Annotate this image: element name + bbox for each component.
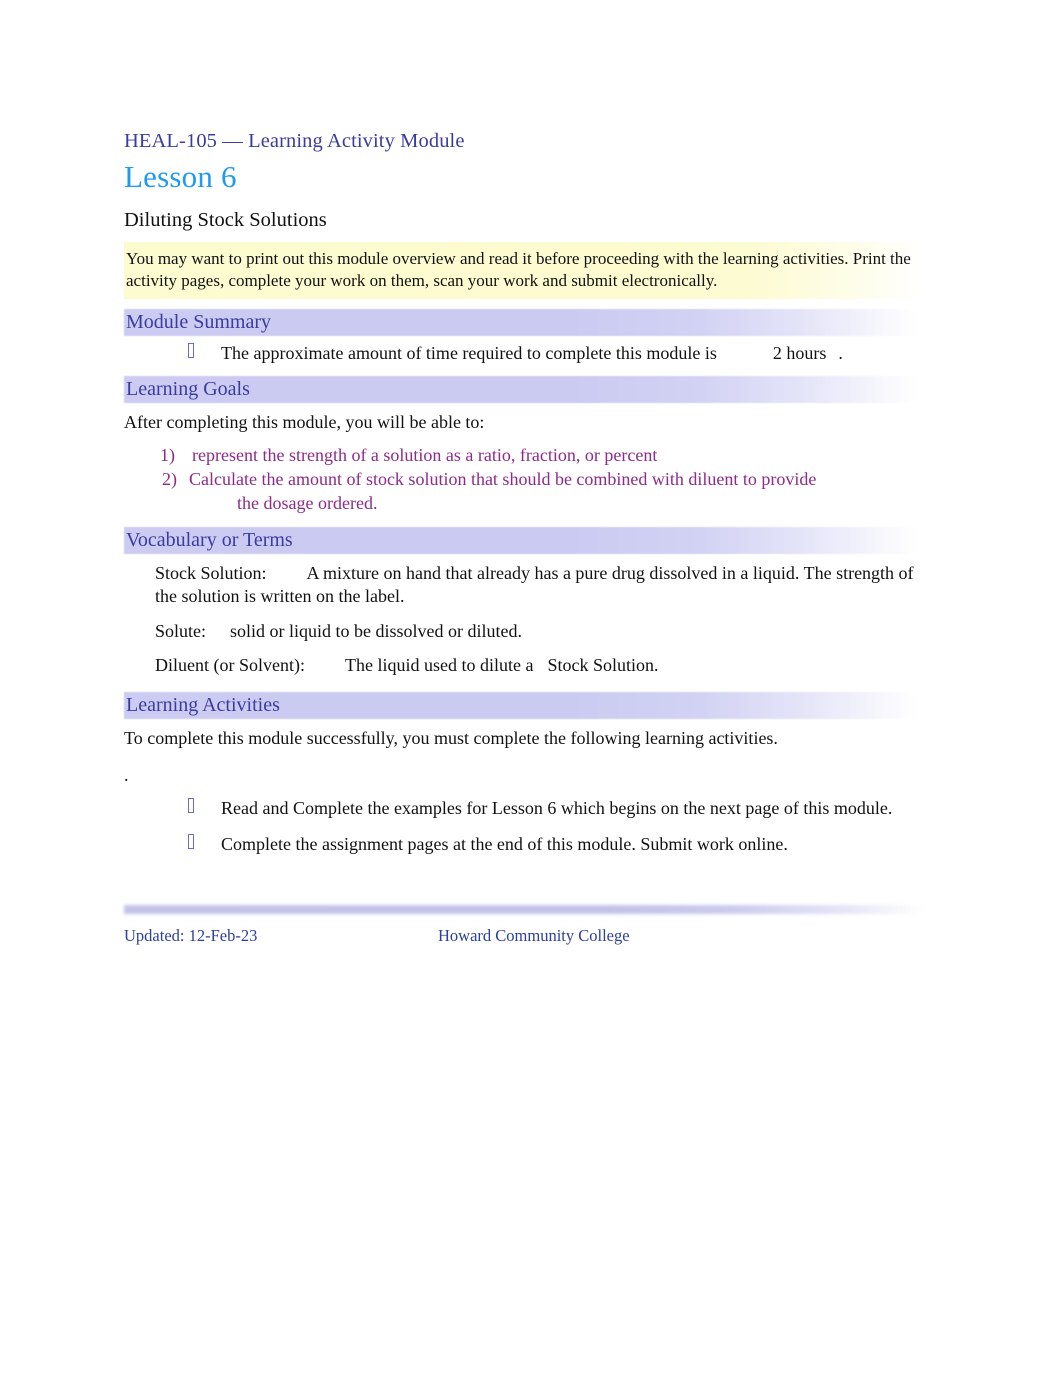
learning-activities-list: Read and Complete the examples for Lesso… [124,797,924,857]
document-content: HEAL-105 — Learning Activity Module Less… [124,130,924,857]
list-item: 1) represent the strength of a solution … [124,444,924,467]
list-number: 1) [160,444,175,465]
footer-divider-bar [124,905,924,914]
section-heading-label: Vocabulary or Terms [126,529,293,552]
vocabulary-definition: A mixture on hand that already has a pur… [155,563,914,607]
summary-text: The approximate amount of time required … [221,342,717,363]
footer-organization: Howard Community College [438,926,630,945]
print-instructions-callout: You may want to print out this module ov… [124,242,924,299]
list-item: Complete the assignment pages at the end… [124,833,924,857]
section-header-learning-goals: Learning Goals [124,375,924,403]
module-summary-list: The approximate amount of time required … [124,342,924,366]
bullet-box-icon [188,342,194,358]
course-heading: HEAL-105 — Learning Activity Module [124,130,465,152]
lesson-subtitle: Diluting Stock Solutions [124,208,327,231]
vocabulary-definition: solid or liquid to be dissolved or dilut… [230,620,522,641]
page-title: Lesson 6 [124,158,237,194]
stray-period: . [124,765,129,786]
learning-goals-list: 1) represent the strength of a solution … [124,444,924,515]
vocabulary-definition-cont: Stock Solution. [547,655,659,676]
section-heading-label: Learning Goals [126,377,250,400]
vocabulary-definition: The liquid used to dilute a [344,655,534,676]
vocabulary-entry: Stock Solution: A mixture on hand that al… [155,562,924,609]
vocabulary-term: Diluent (or Solvent): [155,655,305,676]
goal-text-continuation: the dosage ordered. [237,492,378,513]
list-item: The approximate amount of time required … [124,342,924,366]
vocabulary-entry: Solute: solid or liquid to be dissolved o… [155,620,924,643]
summary-suffix: . [838,342,843,363]
vocabulary-entry: Diluent (or Solvent): The liquid used to … [155,654,924,677]
section-header-vocabulary: Vocabulary or Terms [124,527,924,555]
vocabulary-term: Solute: [155,620,207,641]
footer-row: Updated: 12-Feb-23 Howard Community Coll… [124,925,924,947]
footer-updated-date: Updated: 12-Feb-23 [124,926,258,945]
activity-text: Read and Complete the examples for Lesso… [221,798,893,819]
vocabulary-list: Stock Solution: A mixture on hand that al… [124,562,924,678]
learning-activities-intro: To complete this module successfully, yo… [124,727,778,748]
document-page: HEAL-105 — Learning Activity Module Less… [0,0,1062,1377]
bullet-box-icon [188,834,194,850]
section-heading-label: Module Summary [126,310,271,333]
goal-text: Calculate the amount of stock solution t… [189,469,817,490]
page-footer: Updated: 12-Feb-23 Howard Community Coll… [124,905,924,947]
learning-goals-intro: After completing this module, you will b… [124,411,485,432]
duration-value: 2 hours [772,342,827,363]
goal-text: represent the strength of a solution as … [192,444,658,465]
list-item: Read and Complete the examples for Lesso… [124,797,924,821]
section-header-module-summary: Module Summary [124,308,924,336]
section-heading-label: Learning Activities [126,693,280,716]
list-item: 2) Calculate the amount of stock solutio… [124,468,924,515]
list-number: 2) [162,469,177,490]
section-header-learning-activities: Learning Activities [124,691,924,719]
bullet-box-icon [188,798,194,814]
activity-text: Complete the assignment pages at the end… [221,834,788,855]
vocabulary-term: Stock Solution: [155,563,267,584]
